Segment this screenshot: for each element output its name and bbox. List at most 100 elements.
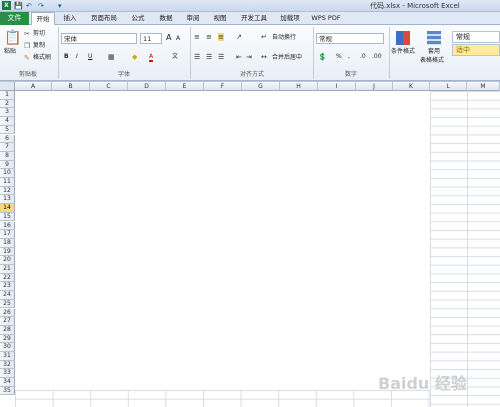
- copy-button[interactable]: 复制: [33, 42, 45, 50]
- row-header-19[interactable]: 19: [0, 247, 15, 257]
- row-header-10[interactable]: 10: [0, 169, 15, 178]
- phonetic-button[interactable]: 文: [172, 53, 178, 61]
- row-header-7[interactable]: 7: [0, 143, 15, 152]
- format-painter-button[interactable]: 格式刷: [33, 54, 51, 62]
- wrap-text-button[interactable]: 自动换行: [272, 34, 296, 42]
- row-header-29[interactable]: 29: [0, 334, 15, 344]
- row-header-22[interactable]: 22: [0, 273, 15, 283]
- excel-icon[interactable]: X: [2, 1, 11, 10]
- align-left-icon[interactable]: ☰: [194, 53, 200, 61]
- tab-developer[interactable]: 开发工具: [236, 12, 272, 25]
- tab-home[interactable]: 开始: [31, 12, 55, 26]
- tab-formulas[interactable]: 公式: [126, 12, 150, 25]
- style-normal[interactable]: 常规: [452, 31, 500, 43]
- worksheet-grid[interactable]: [15, 91, 430, 407]
- row-header-26[interactable]: 26: [0, 308, 15, 318]
- currency-icon[interactable]: 💲: [318, 53, 327, 61]
- save-icon[interactable]: 💾: [14, 1, 23, 11]
- redo-icon[interactable]: ↷: [38, 1, 44, 11]
- tab-wps-pdf[interactable]: WPS PDF: [308, 12, 344, 25]
- underline-button[interactable]: U: [88, 53, 92, 61]
- customize-icon[interactable]: ▾: [58, 1, 62, 11]
- orientation-icon[interactable]: ↗: [236, 33, 242, 41]
- row-header-24[interactable]: 24: [0, 291, 15, 300]
- format-as-table-line1[interactable]: 套用: [428, 48, 440, 56]
- column-header-g[interactable]: G: [242, 82, 280, 91]
- paste-button[interactable]: 粘贴: [4, 48, 16, 56]
- conditional-format-button[interactable]: 条件格式: [391, 48, 415, 56]
- row-header-35[interactable]: 35: [0, 386, 15, 396]
- align-bottom-icon[interactable]: ≡: [218, 33, 224, 41]
- select-all-corner[interactable]: [0, 82, 15, 91]
- row-header-33[interactable]: 33: [0, 369, 15, 379]
- row-header-20[interactable]: 20: [0, 256, 15, 265]
- column-header-e[interactable]: E: [166, 82, 204, 91]
- comma-button[interactable]: ,: [348, 53, 350, 61]
- tab-insert[interactable]: 插入: [58, 12, 82, 25]
- decrease-indent-icon[interactable]: ⇤: [236, 53, 242, 61]
- row-header-32[interactable]: 32: [0, 360, 15, 370]
- shrink-font-button[interactable]: A: [176, 35, 180, 43]
- percent-button[interactable]: %: [336, 53, 342, 61]
- tab-data[interactable]: 数据: [154, 12, 178, 25]
- column-header-i[interactable]: I: [318, 82, 356, 91]
- row-header-2[interactable]: 2: [0, 99, 15, 109]
- align-top-icon[interactable]: ≡: [194, 33, 200, 41]
- row-header-18[interactable]: 18: [0, 238, 15, 248]
- worksheet-grid-bottom[interactable]: [15, 390, 430, 407]
- font-name-select[interactable]: 宋体: [61, 33, 137, 44]
- column-header-j[interactable]: J: [356, 82, 393, 91]
- row-header-27[interactable]: 27: [0, 317, 15, 326]
- column-header-h[interactable]: H: [280, 82, 318, 91]
- column-header-k[interactable]: K: [393, 82, 430, 91]
- column-header-d[interactable]: D: [128, 82, 166, 91]
- column-header-m[interactable]: M: [467, 82, 500, 91]
- row-header-1[interactable]: 1: [0, 91, 15, 100]
- tab-file[interactable]: 文件: [0, 12, 29, 25]
- increase-decimal-icon[interactable]: .0: [360, 53, 366, 61]
- row-header-13[interactable]: 13: [0, 195, 15, 205]
- decrease-decimal-icon[interactable]: .00: [372, 53, 382, 61]
- wrap-text-icon[interactable]: ↵: [261, 33, 267, 41]
- format-as-table-line2[interactable]: 表格格式: [420, 57, 444, 65]
- format-painter-icon[interactable]: ✎: [24, 54, 30, 62]
- copy-icon[interactable]: ❐: [24, 42, 30, 50]
- row-header-30[interactable]: 30: [0, 343, 15, 352]
- align-center-icon[interactable]: ☰: [206, 53, 212, 61]
- border-icon[interactable]: ▦: [108, 53, 115, 61]
- align-middle-icon[interactable]: ≡: [206, 33, 212, 41]
- align-right-icon[interactable]: ☰: [218, 53, 224, 61]
- number-format-select[interactable]: 常规: [316, 33, 384, 44]
- column-header-c[interactable]: C: [90, 82, 128, 91]
- tab-page-layout[interactable]: 页面布局: [86, 12, 122, 25]
- merge-center-icon[interactable]: ↔: [261, 53, 267, 61]
- row-header-23[interactable]: 23: [0, 282, 15, 292]
- format-as-table-icon[interactable]: [427, 31, 441, 45]
- row-header-31[interactable]: 31: [0, 352, 15, 361]
- worksheet-grid-right[interactable]: [430, 91, 500, 407]
- row-header-12[interactable]: 12: [0, 186, 15, 196]
- row-header-15[interactable]: 15: [0, 212, 15, 222]
- row-header-21[interactable]: 21: [0, 265, 15, 274]
- row-header-14[interactable]: 14: [0, 204, 15, 213]
- conditional-format-icon[interactable]: [396, 31, 410, 45]
- style-neutral[interactable]: 适中: [452, 44, 500, 56]
- row-header-11[interactable]: 11: [0, 178, 15, 187]
- row-header-8[interactable]: 8: [0, 151, 15, 161]
- font-color-button[interactable]: A: [149, 53, 154, 62]
- italic-button[interactable]: I: [76, 53, 78, 61]
- row-header-6[interactable]: 6: [0, 134, 15, 144]
- cut-button[interactable]: 剪切: [33, 30, 45, 38]
- row-header-34[interactable]: 34: [0, 378, 15, 387]
- row-header-16[interactable]: 16: [0, 221, 15, 231]
- increase-indent-icon[interactable]: ⇥: [246, 53, 252, 61]
- column-header-l[interactable]: L: [430, 82, 467, 91]
- tab-view[interactable]: 视图: [208, 12, 232, 25]
- tab-review[interactable]: 审阅: [181, 12, 205, 25]
- column-header-b[interactable]: B: [52, 82, 90, 91]
- column-header-f[interactable]: F: [204, 82, 242, 91]
- tab-addins[interactable]: 加载项: [276, 12, 304, 25]
- row-header-4[interactable]: 4: [0, 117, 15, 126]
- row-header-25[interactable]: 25: [0, 299, 15, 309]
- font-size-select[interactable]: 11: [140, 33, 162, 44]
